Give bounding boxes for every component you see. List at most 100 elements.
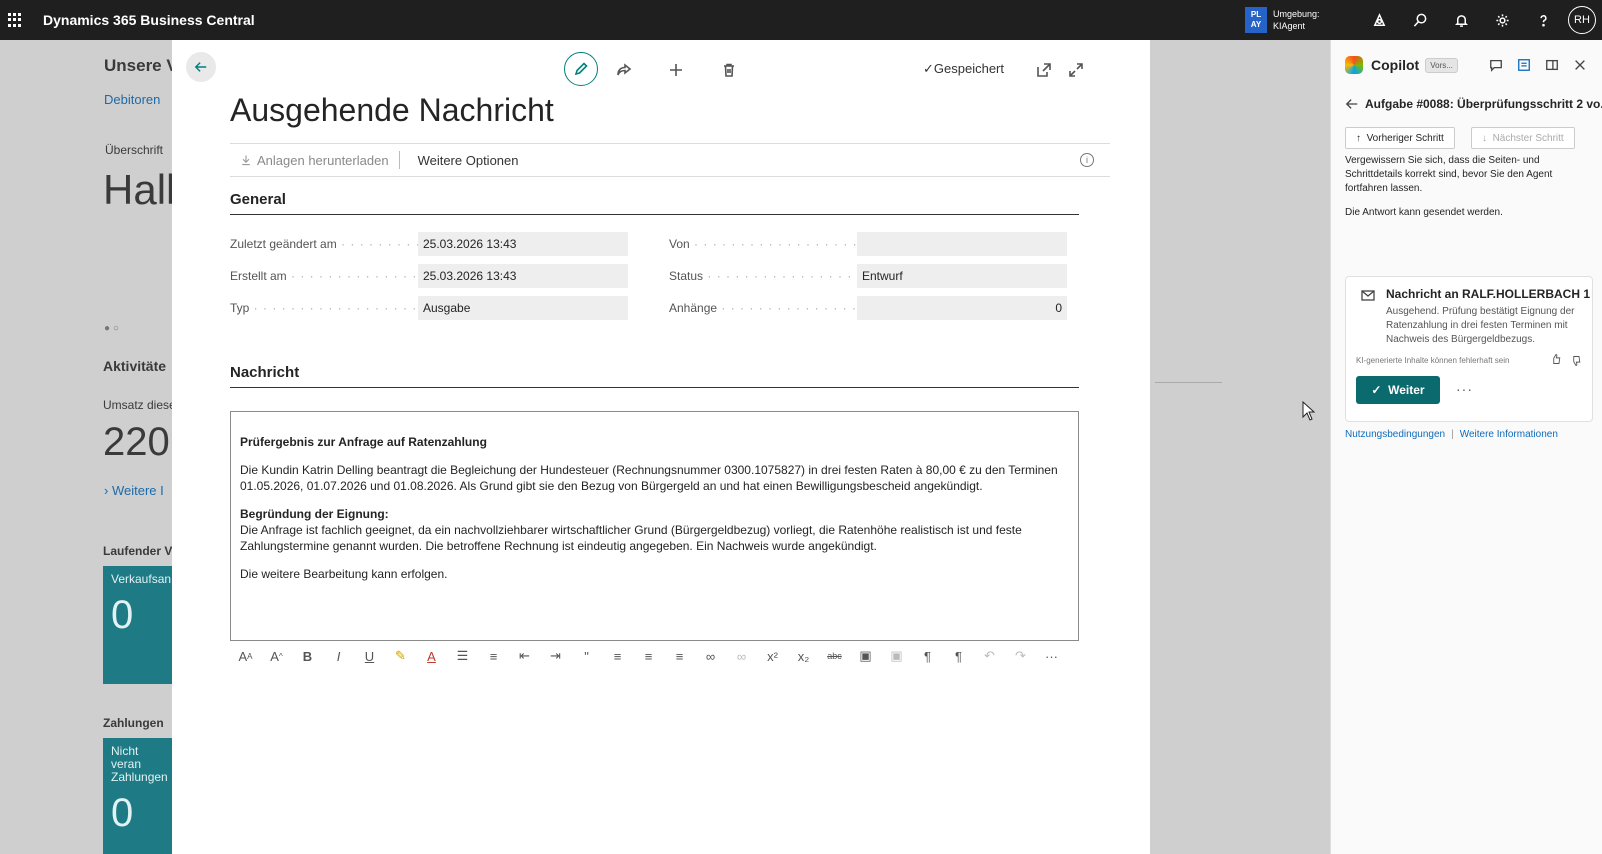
info-icon[interactable]: i <box>1080 153 1094 167</box>
undo-icon[interactable]: ↶ <box>974 643 1005 669</box>
rtl-icon[interactable]: ¶ <box>943 643 974 669</box>
last-modified-value[interactable]: 25.03.2026 13:43 <box>418 232 628 256</box>
increase-indent-icon[interactable]: ⇥ <box>540 643 571 669</box>
status-value[interactable]: Entwurf <box>857 264 1067 288</box>
copilot-header-icons <box>1482 58 1594 72</box>
bullet-list-icon[interactable]: ☰ <box>447 643 478 669</box>
superscript-icon[interactable]: x² <box>757 643 788 669</box>
field-created: Erstellt am 25.03.2026 13:43 <box>230 264 628 288</box>
open-new-window-button[interactable] <box>1032 58 1056 82</box>
type-value[interactable]: Ausgabe <box>418 296 628 320</box>
thumbs-down-icon[interactable] <box>1570 355 1582 367</box>
new-button[interactable] <box>664 58 688 82</box>
bold-icon[interactable]: B <box>292 643 323 669</box>
field-status: Status Entwurf <box>669 264 1067 288</box>
formatting-toolbar: AA A ^ B I U ✎ A ☰ ≡ ⇤ ⇥ " ≡ ≡ ≡ ∞ ∞ x² x… <box>230 643 1079 669</box>
environment-badge[interactable]: PL AY <box>1245 7 1267 33</box>
image-options-icon[interactable]: ▣ <box>881 643 912 669</box>
app-launcher-icon[interactable] <box>8 13 22 27</box>
insert-image-icon[interactable]: ▣ <box>850 643 881 669</box>
highlight-icon[interactable]: ✎ <box>385 643 416 669</box>
copilot-title: Copilot <box>1371 57 1420 73</box>
copilot-pane: Copilot Vors... Aufgabe #0088: Überprüfu… <box>1330 40 1602 854</box>
field-type: Typ Ausgabe <box>230 296 628 320</box>
more-info-link[interactable]: Weitere Informationen <box>1460 429 1558 440</box>
status-label: Status <box>669 269 857 283</box>
delete-button[interactable] <box>717 58 741 82</box>
top-bar: Dynamics 365 Business Central PL AY Umge… <box>0 0 1602 40</box>
page-title: Ausgehende Nachricht <box>230 92 554 128</box>
task-title: Aufgabe #0088: Überprüfungsschritt 2 vo.… <box>1345 97 1602 111</box>
environment-info[interactable]: Umgebung: KIAgent <box>1273 8 1359 32</box>
download-icon <box>242 155 250 166</box>
bg-revenue-value: 220 <box>103 420 170 464</box>
share-button[interactable] <box>612 58 636 82</box>
previous-step-label: Vorheriger Schritt <box>1366 132 1444 144</box>
font-size-icon[interactable]: A ^ <box>261 643 292 669</box>
bg-greeting: Hall <box>103 166 176 213</box>
bg-tile-payments-value: 0 <box>111 791 134 835</box>
more-options-action[interactable]: Weitere Optionen <box>398 151 529 169</box>
message-section-title[interactable]: Nachricht <box>230 364 1079 388</box>
strikethrough-icon[interactable]: abc <box>819 643 850 669</box>
close-icon[interactable] <box>1566 58 1594 72</box>
created-value[interactable]: 25.03.2026 13:43 <box>418 264 628 288</box>
search-icon[interactable] <box>1400 0 1441 40</box>
underline-icon[interactable]: U <box>354 643 385 669</box>
pop-out-icon[interactable] <box>1538 58 1566 72</box>
quote-icon[interactable]: " <box>571 643 602 669</box>
continue-label: Weiter <box>1388 383 1425 397</box>
message-card[interactable]: Nachricht an RALF.HOLLERBACH 1 Ausgehend… <box>1345 276 1593 422</box>
previous-step-button[interactable]: ↑ Vorheriger Schritt <box>1345 127 1455 149</box>
subscript-icon[interactable]: x₂ <box>788 643 819 669</box>
font-icon[interactable]: AA <box>230 643 261 669</box>
back-button[interactable] <box>186 52 216 82</box>
message-editor[interactable]: Prüfergebnis zur Anfrage auf Ratenzahlun… <box>230 411 1079 641</box>
general-section-title[interactable]: General <box>230 191 1079 215</box>
align-right-icon[interactable]: ≡ <box>664 643 695 669</box>
user-avatar[interactable]: RH <box>1568 6 1596 34</box>
bell-icon[interactable] <box>1441 0 1482 40</box>
decrease-indent-icon[interactable]: ⇤ <box>509 643 540 669</box>
back-arrow-icon[interactable] <box>1345 97 1359 111</box>
copilot-status: Die Antwort kann gesendet werden. <box>1345 207 1503 218</box>
attachments-value[interactable]: 0 <box>857 296 1067 320</box>
field-from: Von <box>669 232 1067 256</box>
thumbs-up-icon[interactable] <box>1550 353 1562 365</box>
help-icon[interactable] <box>1523 0 1564 40</box>
more-options-icon[interactable]: ··· <box>1456 381 1473 397</box>
mouse-cursor-icon <box>1302 401 1316 421</box>
font-color-icon[interactable]: A <box>416 643 447 669</box>
ai-disclaimer: KI-generierte Inhalte können fehlerhaft … <box>1356 356 1510 365</box>
copilot-top-icon[interactable] <box>1359 0 1400 40</box>
from-value[interactable] <box>857 232 1067 256</box>
download-attachments-action[interactable]: Anlagen herunterladen <box>230 153 399 168</box>
unlink-icon[interactable]: ∞ <box>726 643 757 669</box>
type-label: Typ <box>230 301 418 315</box>
numbered-list-icon[interactable]: ≡ <box>478 643 509 669</box>
more-formatting-icon[interactable]: ··· <box>1036 643 1067 669</box>
app-title[interactable]: Dynamics 365 Business Central <box>43 12 255 28</box>
bg-current-label: Laufender V <box>103 544 173 558</box>
environment-value: KIAgent <box>1273 21 1306 31</box>
chat-icon[interactable] <box>1482 58 1510 72</box>
align-center-icon[interactable]: ≡ <box>633 643 664 669</box>
expand-button[interactable] <box>1064 58 1088 82</box>
italic-icon[interactable]: I <box>323 643 354 669</box>
message-paragraph-2: Die Anfrage ist fachlich geeignet, da ei… <box>240 523 1022 553</box>
redo-icon[interactable]: ↷ <box>1005 643 1036 669</box>
tasks-icon[interactable] <box>1510 58 1538 72</box>
terms-link[interactable]: Nutzungsbedingungen <box>1345 429 1445 440</box>
align-left-icon[interactable]: ≡ <box>602 643 633 669</box>
copilot-header: Copilot Vors... <box>1345 56 1458 74</box>
continue-button[interactable]: ✓ Weiter <box>1356 376 1440 404</box>
next-step-button[interactable]: ↓ Nächster Schritt <box>1471 127 1575 149</box>
action-bar: Anlagen herunterladen Weitere Optionen i <box>230 143 1110 177</box>
expand-icon <box>1069 63 1083 77</box>
edit-button[interactable] <box>564 52 598 86</box>
ltr-icon[interactable]: ¶ <box>912 643 943 669</box>
link-icon[interactable]: ∞ <box>695 643 726 669</box>
gear-icon[interactable] <box>1482 0 1523 40</box>
bg-activities: Aktivitäte <box>103 358 167 374</box>
bg-payments-label: Zahlungen <box>103 716 164 730</box>
